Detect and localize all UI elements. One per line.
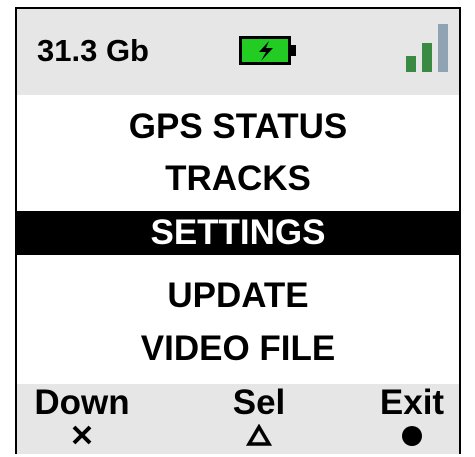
device-screen: 31.3 Gb GPS STATUS TRACKS SETTINGS UPDAT…: [15, 7, 461, 454]
down-label: Down: [34, 383, 130, 422]
menu-item-settings[interactable]: SETTINGS: [17, 211, 459, 255]
battery-charging-icon: [239, 36, 296, 65]
triangle-icon: [246, 424, 272, 446]
menu-item-update[interactable]: UPDATE: [17, 274, 459, 318]
select-label: Sel: [232, 383, 286, 422]
exit-softkey[interactable]: Exit: [342, 383, 459, 448]
cross-icon: [72, 425, 92, 445]
circle-icon: [402, 426, 422, 446]
status-bar: 31.3 Gb: [17, 9, 459, 95]
menu-item-tracks[interactable]: TRACKS: [17, 157, 459, 201]
select-softkey[interactable]: Sel: [189, 384, 329, 446]
softkey-bar: Down Sel Exit: [17, 384, 459, 454]
storage-capacity: 31.3 Gb: [37, 33, 149, 68]
down-softkey[interactable]: Down: [17, 383, 152, 446]
exit-label: Exit: [379, 383, 445, 422]
menu-item-video-file[interactable]: VIDEO FILE: [17, 327, 459, 371]
signal-strength-icon: [406, 24, 448, 72]
menu-item-gps-status[interactable]: GPS STATUS: [17, 105, 459, 149]
